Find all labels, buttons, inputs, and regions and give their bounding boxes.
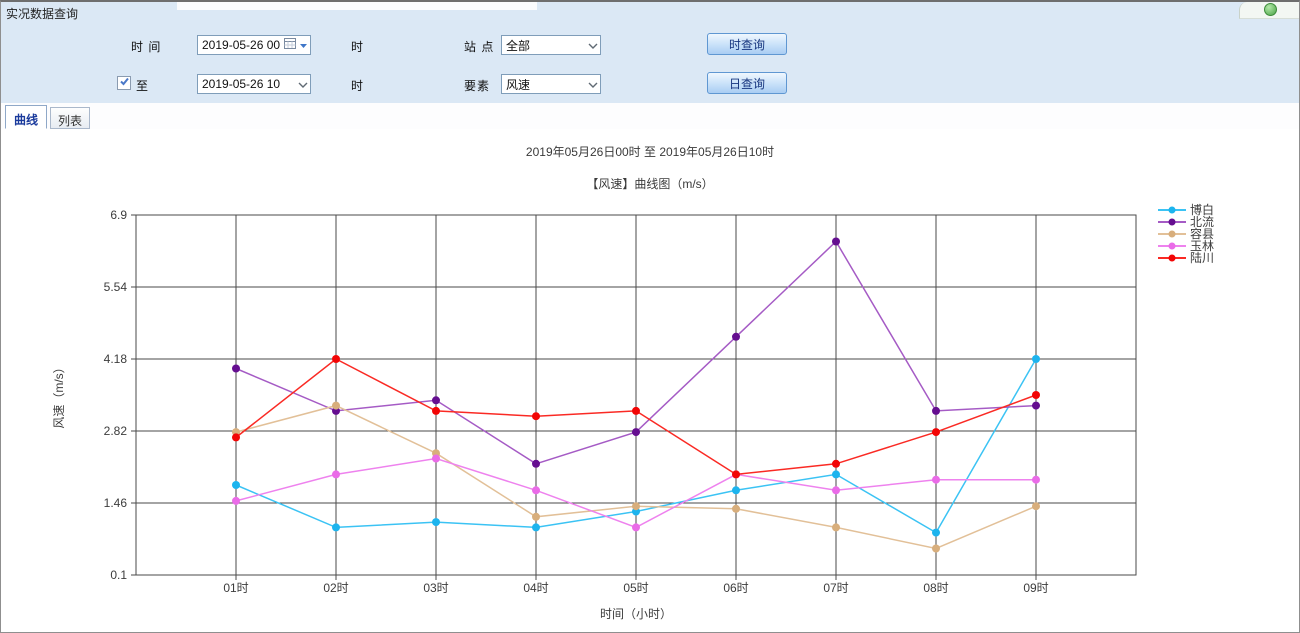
chart-subtitle: 【风速】曲线图（m/s） xyxy=(1,175,1299,192)
end-time-input[interactable]: 2019-05-26 10 xyxy=(197,74,311,94)
start-time-value: 2019-05-26 00 xyxy=(202,38,284,52)
status-green-icon xyxy=(1264,3,1277,16)
svg-text:2.82: 2.82 xyxy=(104,424,128,438)
view-tab-strip: 曲线 列表 xyxy=(1,103,1299,130)
hour-suffix-label: 时 xyxy=(351,77,364,94)
svg-text:1.46: 1.46 xyxy=(104,496,128,510)
svg-text:06时: 06时 xyxy=(723,581,748,595)
svg-text:01时: 01时 xyxy=(223,581,248,595)
chevron-down-icon xyxy=(588,77,598,91)
svg-text:04时: 04时 xyxy=(523,581,548,595)
station-selected-value: 全部 xyxy=(506,37,588,54)
svg-text:05时: 05时 xyxy=(623,581,648,595)
station-label: 站 点 xyxy=(464,38,494,55)
calendar-icon[interactable] xyxy=(284,37,297,53)
element-select[interactable]: 风速 xyxy=(501,74,601,94)
dropdown-arrow-icon[interactable] xyxy=(299,38,308,52)
chevron-down-icon xyxy=(588,38,598,52)
tab-curve[interactable]: 曲线 xyxy=(5,105,47,129)
page-title: 实况数据查询 xyxy=(6,5,78,22)
svg-text:07时: 07时 xyxy=(823,581,848,595)
chevron-down-icon[interactable] xyxy=(298,77,308,91)
svg-text:4.18: 4.18 xyxy=(104,352,128,366)
wind-speed-line-chart: 01时 02时 03时 04时 05时 06时 07时 08时 09时 6.9 5.54 4.18 2.… xyxy=(1,195,1300,633)
top-right-tab[interactable] xyxy=(1239,2,1300,19)
svg-text:6.9: 6.9 xyxy=(110,208,127,222)
hour-query-button[interactable]: 时查询 xyxy=(707,33,787,55)
element-label: 要素 xyxy=(464,77,490,94)
svg-text:陆川: 陆川 xyxy=(1190,250,1214,265)
hour-suffix-label: 时 xyxy=(351,38,364,55)
query-panel-background xyxy=(1,2,1299,103)
time-label: 时 间 xyxy=(131,38,161,55)
svg-text:02时: 02时 xyxy=(323,581,348,595)
checkmark-icon xyxy=(119,74,130,92)
svg-text:5.54: 5.54 xyxy=(104,280,128,294)
svg-text:08时: 08时 xyxy=(923,581,948,595)
svg-text:0.1: 0.1 xyxy=(110,568,127,582)
svg-text:风速（m/s）: 风速（m/s） xyxy=(52,361,66,428)
app-window: 实况数据查询 时 间 2019-05-26 00 时 站 点 全部 时查询 至 … xyxy=(0,0,1300,633)
chart-title: 2019年05月26日00时 至 2019年05月26日10时 xyxy=(1,143,1299,160)
station-select[interactable]: 全部 xyxy=(501,35,601,55)
start-time-input[interactable]: 2019-05-26 00 xyxy=(197,35,311,55)
end-time-value: 2019-05-26 10 xyxy=(202,77,298,91)
svg-text:03时: 03时 xyxy=(423,581,448,595)
svg-text:时间（小时）: 时间（小时） xyxy=(600,607,672,621)
element-selected-value: 风速 xyxy=(506,76,588,93)
tab-list[interactable]: 列表 xyxy=(50,107,90,129)
svg-text:09时: 09时 xyxy=(1023,581,1048,595)
day-query-button[interactable]: 日查询 xyxy=(707,72,787,94)
tab-strip-notch xyxy=(177,2,537,10)
to-checkbox[interactable] xyxy=(117,76,131,90)
to-label: 至 xyxy=(136,77,149,94)
